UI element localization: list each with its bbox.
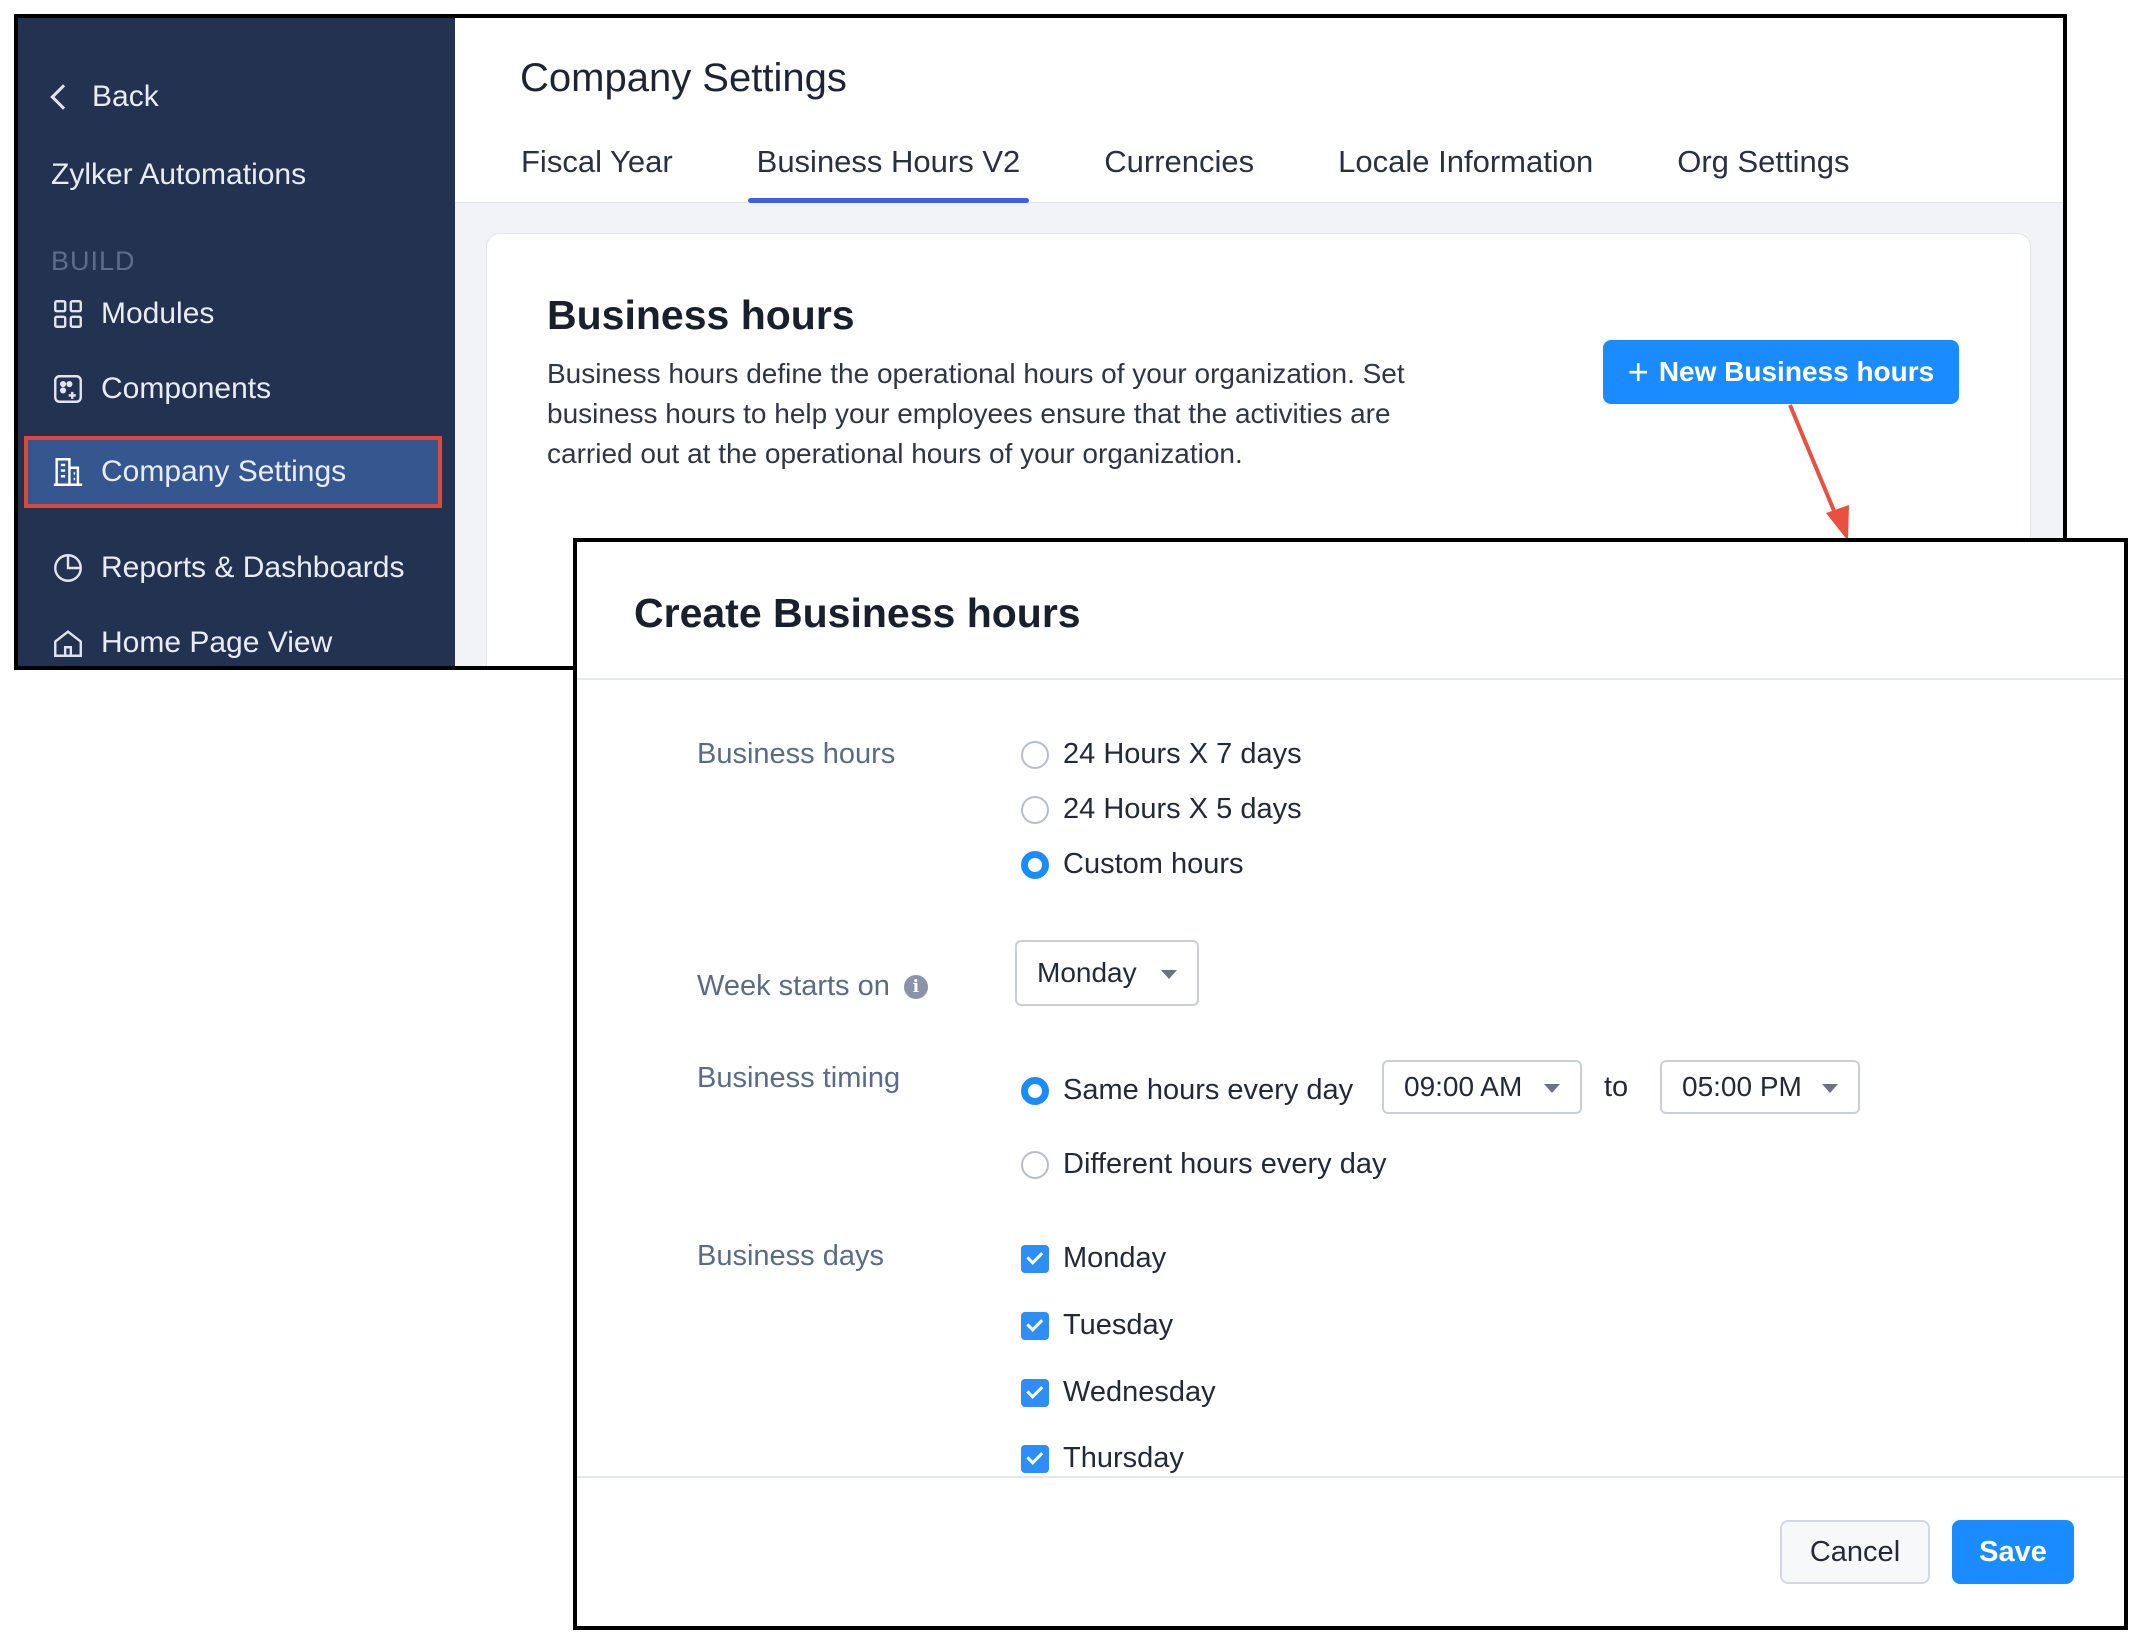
sidebar-item-modules[interactable]: Modules bbox=[24, 278, 442, 350]
info-icon[interactable]: i bbox=[903, 974, 928, 999]
radio-different-hours[interactable]: Different hours every day bbox=[1021, 1148, 1386, 1181]
checkbox-label: Monday bbox=[1063, 1242, 1167, 1274]
radio-circle bbox=[1021, 740, 1049, 769]
chevron-down-icon bbox=[1161, 970, 1177, 979]
dialog-header: Create Business hours bbox=[577, 542, 2124, 680]
checkbox-checked bbox=[1021, 1244, 1049, 1273]
radio-circle bbox=[1021, 1150, 1049, 1179]
sidebar-section-build: BUILD bbox=[51, 246, 136, 276]
to-label: to bbox=[1604, 1071, 1629, 1103]
checkbox-checked bbox=[1021, 1444, 1049, 1473]
radio-label: Same hours every day bbox=[1063, 1074, 1354, 1106]
tab-org-settings[interactable]: Org Settings bbox=[1668, 144, 1858, 203]
new-business-hours-button[interactable]: + New Business hours bbox=[1603, 340, 1959, 404]
sidebar-item-label: Home Page View bbox=[101, 626, 333, 659]
building-icon bbox=[53, 458, 83, 486]
start-time-select[interactable]: 09:00 AM bbox=[1382, 1060, 1582, 1114]
plus-icon: + bbox=[1627, 351, 1649, 392]
tab-business-hours-v2[interactable]: Business Hours V2 bbox=[747, 144, 1030, 203]
chevron-down-icon bbox=[1544, 1084, 1560, 1093]
sidebar: Back Zylker Automations BUILD Modules Co… bbox=[18, 18, 455, 666]
radio-24x5[interactable]: 24 Hours X 5 days bbox=[1021, 793, 1302, 826]
tab-locale-information[interactable]: Locale Information bbox=[1329, 144, 1602, 203]
checkbox-wednesday[interactable]: Wednesday bbox=[1021, 1376, 1216, 1409]
end-time-select[interactable]: 05:00 PM bbox=[1660, 1060, 1860, 1114]
create-business-hours-dialog: Create Business hours Business hours 24 … bbox=[573, 538, 2128, 1630]
dialog-body: Business hours 24 Hours X 7 days 24 Hour… bbox=[577, 680, 2124, 1480]
settings-header: Company Settings Fiscal Year Business Ho… bbox=[455, 18, 2063, 203]
start-time-value: 09:00 AM bbox=[1404, 1071, 1523, 1102]
business-hours-label: Business hours bbox=[697, 738, 896, 770]
radio-custom-hours[interactable]: Custom hours bbox=[1021, 848, 1244, 881]
checkbox-monday[interactable]: Monday bbox=[1021, 1242, 1166, 1275]
back-link[interactable]: Back bbox=[48, 80, 159, 114]
business-timing-label: Business timing bbox=[697, 1062, 901, 1094]
pie-chart-icon bbox=[54, 554, 82, 582]
week-starts-select[interactable]: Monday bbox=[1015, 940, 1199, 1006]
week-starts-label: Week starts on i bbox=[697, 970, 928, 1003]
sidebar-item-label: Modules bbox=[101, 297, 215, 330]
radio-same-hours[interactable]: Same hours every day bbox=[1021, 1074, 1353, 1107]
checkbox-checked bbox=[1021, 1378, 1049, 1407]
dialog-title: Create Business hours bbox=[634, 590, 1081, 636]
components-icon bbox=[54, 375, 82, 403]
radio-label: 24 Hours X 7 days bbox=[1063, 738, 1302, 770]
sidebar-item-components[interactable]: Components bbox=[24, 353, 442, 425]
radio-label: Custom hours bbox=[1063, 848, 1244, 880]
save-button[interactable]: Save bbox=[1952, 1520, 2074, 1584]
radio-circle-selected bbox=[1021, 850, 1049, 879]
chevron-left-icon bbox=[50, 84, 76, 110]
business-days-label: Business days bbox=[697, 1240, 884, 1272]
card-description: Business hours define the operational ho… bbox=[547, 358, 1405, 469]
card-title: Business hours bbox=[547, 292, 855, 338]
tab-currencies[interactable]: Currencies bbox=[1095, 144, 1263, 203]
checkbox-checked bbox=[1021, 1311, 1049, 1340]
end-time-value: 05:00 PM bbox=[1682, 1071, 1802, 1102]
tab-fiscal-year[interactable]: Fiscal Year bbox=[512, 144, 682, 203]
checkbox-thursday[interactable]: Thursday bbox=[1021, 1442, 1184, 1475]
chevron-down-icon bbox=[1822, 1084, 1838, 1093]
new-business-hours-label: New Business hours bbox=[1658, 356, 1935, 387]
checkbox-label: Tuesday bbox=[1063, 1309, 1174, 1341]
checkbox-tuesday[interactable]: Tuesday bbox=[1021, 1309, 1173, 1342]
settings-tabs: Fiscal Year Business Hours V2 Currencies… bbox=[512, 144, 1859, 203]
modules-icon bbox=[54, 300, 82, 328]
week-starts-value: Monday bbox=[1037, 957, 1137, 988]
page-title: Company Settings bbox=[520, 56, 847, 100]
sidebar-item-home-page-view[interactable]: Home Page View bbox=[24, 607, 442, 666]
radio-24x7[interactable]: 24 Hours X 7 days bbox=[1021, 738, 1302, 771]
checkbox-label: Wednesday bbox=[1063, 1376, 1216, 1408]
app-name: Zylker Automations bbox=[51, 158, 307, 191]
back-label: Back bbox=[92, 80, 159, 113]
radio-label: 24 Hours X 5 days bbox=[1063, 793, 1302, 825]
sidebar-item-label: Components bbox=[101, 372, 272, 405]
sidebar-item-reports-dashboards[interactable]: Reports & Dashboards bbox=[24, 532, 442, 604]
radio-circle bbox=[1021, 795, 1049, 824]
dialog-footer: Cancel Save bbox=[577, 1476, 2124, 1626]
home-icon bbox=[54, 630, 82, 657]
sidebar-item-label: Reports & Dashboards bbox=[101, 551, 405, 584]
week-starts-text: Week starts on bbox=[697, 970, 890, 1002]
sidebar-item-label: Company Settings bbox=[101, 455, 347, 488]
sidebar-item-company-settings[interactable]: Company Settings bbox=[24, 436, 442, 508]
cancel-button[interactable]: Cancel bbox=[1780, 1520, 1930, 1584]
radio-label: Different hours every day bbox=[1063, 1148, 1387, 1180]
radio-circle-selected bbox=[1021, 1076, 1049, 1105]
checkbox-label: Thursday bbox=[1063, 1442, 1184, 1474]
